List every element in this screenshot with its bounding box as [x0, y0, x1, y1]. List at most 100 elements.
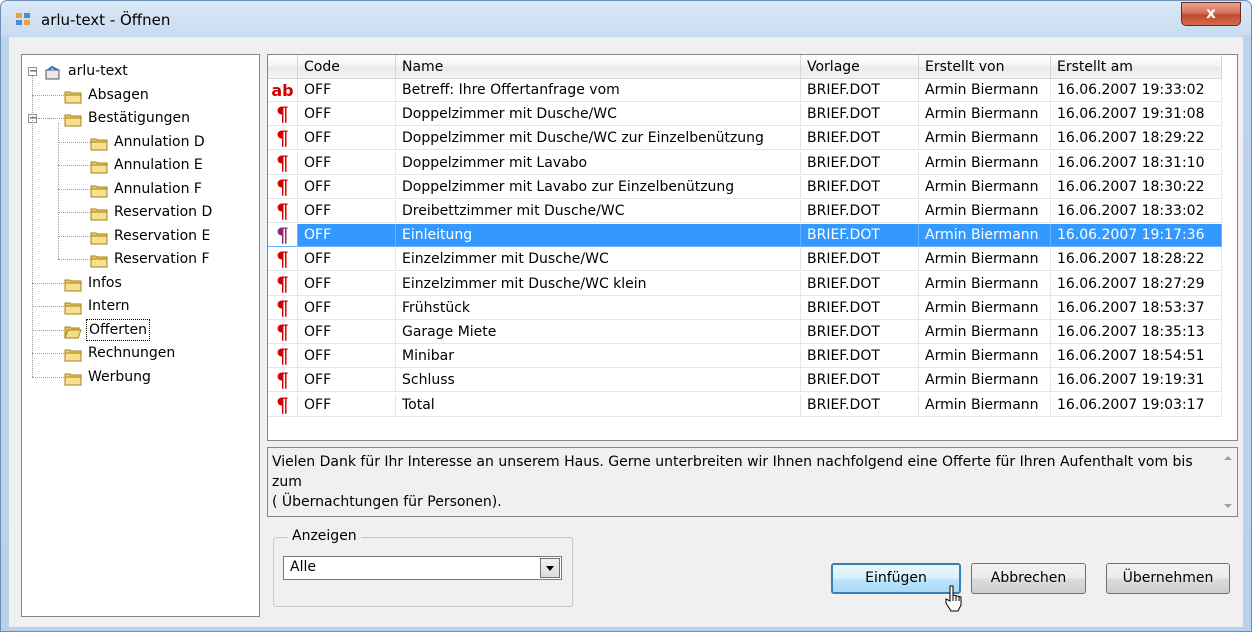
table-row[interactable]: ¶ OFF Frühstück BRIEF.DOT Armin Biermann 16.0… [268, 296, 1231, 320]
table-cell-name: Total [396, 393, 801, 417]
table-row[interactable]: ¶ OFF Minibar BRIEF.DOT Armin Biermann 16.06.… [268, 345, 1231, 369]
dialog-window: arlu-text - Öffnen x arlu-text − Absagen Be… [0, 0, 1252, 632]
table-cell-vorlage: BRIEF.DOT [801, 103, 919, 127]
table-cell-name: Dreibettzimmer mit Dusche/WC [396, 200, 801, 223]
folder-icon [64, 277, 82, 299]
dialog-client-area: arlu-text − Absagen Bestätigungen − Annulatio… [9, 37, 1243, 627]
table-cell-von: Armin Biermann [919, 321, 1051, 344]
table-cell-am: 16.06.2007 18:27:29 [1051, 272, 1222, 296]
paragraph-icon: ¶ [276, 393, 289, 417]
folder-tree[interactable]: arlu-text − Absagen Bestätigungen − Annulatio… [21, 54, 260, 617]
tree-label: arlu-text [68, 63, 128, 79]
column-header[interactable]: Code [298, 55, 396, 79]
tree-item-label: Werbung [88, 368, 151, 385]
table-cell-von: Armin Biermann [919, 248, 1051, 272]
tree-guide-line [58, 165, 90, 166]
table-row[interactable]: ¶ OFF Garage Miete BRIEF.DOT Armin Biermann 1… [268, 321, 1231, 344]
template-table[interactable]: Code Name Vorlage Erstellt von Erstellt am a… [267, 54, 1238, 441]
table-row[interactable]: ¶ OFF Einzelzimmer mit Dusche/WC BRIEF.DOT A… [268, 248, 1231, 272]
table-cell-vorlage: BRIEF.DOT [801, 200, 919, 223]
scroll-down-icon[interactable] [1224, 504, 1232, 508]
paragraph-icon: ¶ [276, 296, 289, 320]
tree-item-label: Annulation E [114, 157, 203, 173]
folder-icon [64, 347, 82, 369]
text-preview[interactable]: Vielen Dank für Ihr Interesse an unserem… [267, 447, 1238, 517]
dropdown-button[interactable] [540, 558, 560, 578]
table-row[interactable]: ¶ OFF Total BRIEF.DOT Armin Biermann 16.06.20… [268, 393, 1231, 417]
table-cell-code: OFF [298, 175, 396, 199]
table-cell-name: Schluss [396, 369, 801, 393]
paragraph-icon: ¶ [276, 369, 289, 393]
scroll-up-icon[interactable] [1224, 456, 1232, 460]
table-cell-vorlage: BRIEF.DOT [801, 296, 919, 320]
tree-guide-line [32, 95, 64, 96]
folder-icon [90, 159, 108, 181]
collapse-icon[interactable]: − [28, 67, 37, 77]
tree-guide-line [32, 353, 64, 354]
preview-line: Vielen Dank für Ihr Interesse an unserem… [272, 454, 1193, 490]
table-cell-name: Garage Miete [396, 321, 801, 344]
table-cell-code: OFF [298, 321, 396, 344]
tree-item-label: Annulation D [114, 133, 205, 150]
database-icon [44, 65, 62, 87]
table-cell-am: 16.06.2007 18:33:02 [1051, 200, 1222, 223]
title-bar[interactable]: arlu-text - Öffnen x [1, 1, 1251, 39]
paragraph-icon: ¶ [276, 345, 289, 369]
table-cell-von: Armin Biermann [919, 393, 1051, 417]
tree-guide-line [58, 236, 90, 237]
close-button[interactable]: x [1181, 2, 1241, 26]
table-cell-icon: ¶ [268, 103, 298, 127]
table-row[interactable]: ¶ OFF Einzelzimmer mit Dusche/WC klein BRIE… [268, 272, 1231, 296]
table-cell-am: 16.06.2007 18:54:51 [1051, 345, 1222, 369]
table-row[interactable]: ¶ OFF Doppelzimmer mit Dusche/WC zur Einze… [268, 127, 1231, 151]
cancel-button[interactable]: Abbrechen [971, 563, 1086, 594]
table-cell-icon: ab [268, 79, 298, 102]
table-cell-vorlage: BRIEF.DOT [801, 369, 919, 393]
table-cell-icon: ¶ [268, 272, 298, 296]
text-template-icon: ab [271, 81, 294, 100]
table-cell-von: Armin Biermann [919, 345, 1051, 369]
table-cell-name: Einzelzimmer mit Dusche/WC klein [396, 272, 801, 296]
table-cell-vorlage: BRIEF.DOT [801, 127, 919, 151]
table-cell-vorlage: BRIEF.DOT [801, 79, 919, 102]
table-cell-name: Doppelzimmer mit Lavabo [396, 151, 801, 175]
folder-icon [90, 183, 108, 205]
table-cell-code: OFF [298, 393, 396, 417]
column-header[interactable]: Erstellt von [919, 55, 1051, 79]
apply-button[interactable]: Übernehmen [1106, 563, 1230, 594]
table-cell-icon: ¶ [268, 127, 298, 151]
paragraph-icon: ¶ [276, 272, 289, 296]
insert-button[interactable]: Einfügen [831, 563, 961, 594]
tree-guide-line [58, 259, 90, 260]
table-cell-code: OFF [298, 248, 396, 272]
column-header[interactable]: Name [396, 55, 801, 79]
table-row[interactable]: ¶ OFF Einleitung BRIEF.DOT Armin Biermann 16.… [268, 224, 1231, 248]
table-row[interactable]: ¶ OFF Schluss BRIEF.DOT Armin Biermann 16.06.… [268, 369, 1231, 393]
display-filter-select[interactable]: Alle [283, 556, 562, 580]
column-header[interactable]: Erstellt am [1051, 55, 1222, 79]
table-row[interactable]: ¶ OFF Doppelzimmer mit Lavabo zur Einzelbe… [268, 175, 1231, 199]
table-row[interactable]: ¶ OFF Doppelzimmer mit Dusche/WC BRIEF.DOT A… [268, 103, 1231, 127]
table-cell-icon: ¶ [268, 224, 298, 248]
tree-guide-line [58, 189, 90, 190]
table-cell-code: OFF [298, 345, 396, 369]
mouse-cursor-icon [945, 585, 962, 612]
table-cell-von: Armin Biermann [919, 200, 1051, 223]
table-row[interactable]: ¶ OFF Dreibettzimmer mit Dusche/WC BRIEF.DO… [268, 200, 1231, 223]
table-cell-am: 16.06.2007 19:31:08 [1051, 103, 1222, 127]
folder-icon [90, 230, 108, 252]
tree-item-label: Reservation E [114, 227, 211, 244]
column-header[interactable]: Vorlage [801, 55, 919, 79]
table-row[interactable]: ab OFF Betreff: Ihre Offertanfrage vom BRIE… [268, 79, 1231, 102]
select-value: Alle [290, 559, 316, 575]
table-cell-name: Betreff: Ihre Offertanfrage vom [396, 79, 801, 102]
table-cell-von: Armin Biermann [919, 272, 1051, 296]
column-header[interactable] [268, 55, 298, 79]
table-cell-vorlage: BRIEF.DOT [801, 272, 919, 296]
tree-item-label: Annulation F [114, 180, 202, 197]
paragraph-icon: ¶ [276, 224, 289, 248]
preview-scrollbar[interactable] [1220, 448, 1237, 516]
table-row[interactable]: ¶ OFF Doppelzimmer mit Lavabo BRIEF.DOT Armi… [268, 151, 1231, 175]
table-cell-name: Einzelzimmer mit Dusche/WC [396, 248, 801, 272]
table-header: Code Name Vorlage Erstellt von Erstellt am [268, 55, 1237, 79]
